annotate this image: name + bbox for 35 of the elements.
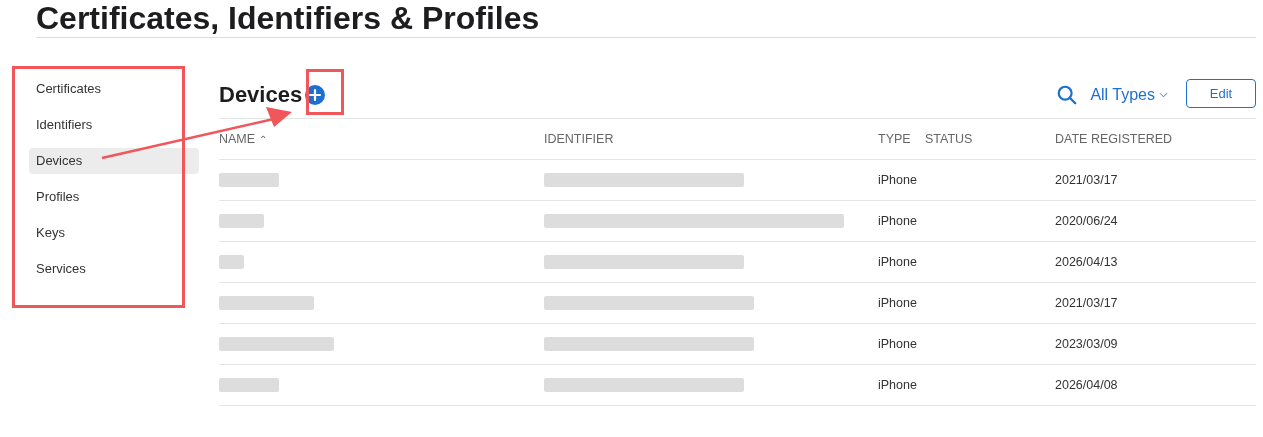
table-cell-text: iPhone bbox=[878, 337, 918, 351]
sidebar-item[interactable]: Identifiers bbox=[29, 112, 199, 138]
redacted-name bbox=[219, 173, 279, 187]
column-header[interactable]: TYPE bbox=[878, 132, 925, 146]
edit-button[interactable]: Edit bbox=[1186, 78, 1256, 108]
table-cell-text: 2026/04/08 bbox=[1055, 378, 1119, 392]
redacted-name bbox=[219, 378, 279, 392]
sidebar-item[interactable]: Profiles bbox=[29, 184, 199, 210]
table-cell-text: 2021/03/17 bbox=[1055, 173, 1119, 187]
redacted-name bbox=[219, 255, 244, 269]
highlight-frame bbox=[306, 69, 344, 115]
column-header[interactable]: DATE REGISTERED bbox=[1055, 132, 1255, 146]
table-cell-text: iPhone bbox=[878, 214, 918, 228]
table-cell-text: iPhone bbox=[878, 173, 918, 187]
redacted-name bbox=[219, 214, 264, 228]
column-header[interactable]: STATUS bbox=[925, 132, 1055, 146]
table-cell-text: iPhone bbox=[878, 378, 918, 392]
table-cell-text: 2020/06/24 bbox=[1055, 214, 1119, 228]
column-header[interactable]: NAME ⌃ bbox=[219, 132, 544, 146]
table-cell-text: 2023/03/09 bbox=[1055, 337, 1119, 351]
sidebar-item[interactable]: Keys bbox=[29, 220, 199, 246]
table-cell-text: 2026/04/13 bbox=[1055, 255, 1119, 269]
sidebar-item[interactable]: Services bbox=[29, 256, 199, 282]
table-cell-text: 2021/03/17 bbox=[1055, 296, 1119, 310]
type-filter-dropdown[interactable]: All Types bbox=[1090, 86, 1168, 104]
sidebar-item[interactable]: Certificates bbox=[29, 76, 199, 102]
page-title: Certificates, Identifiers & Profiles bbox=[36, 0, 1256, 38]
chevron-down-icon bbox=[1159, 92, 1168, 98]
sidebar-item[interactable]: Devices bbox=[29, 148, 199, 174]
column-header[interactable]: IDENTIFIER bbox=[544, 132, 878, 146]
add-icon[interactable] bbox=[305, 85, 326, 105]
section-title: Devices bbox=[219, 82, 303, 108]
table-cell-text: iPhone bbox=[878, 255, 918, 269]
table-cell-text: iPhone bbox=[878, 296, 918, 310]
search-icon[interactable] bbox=[1056, 84, 1079, 106]
